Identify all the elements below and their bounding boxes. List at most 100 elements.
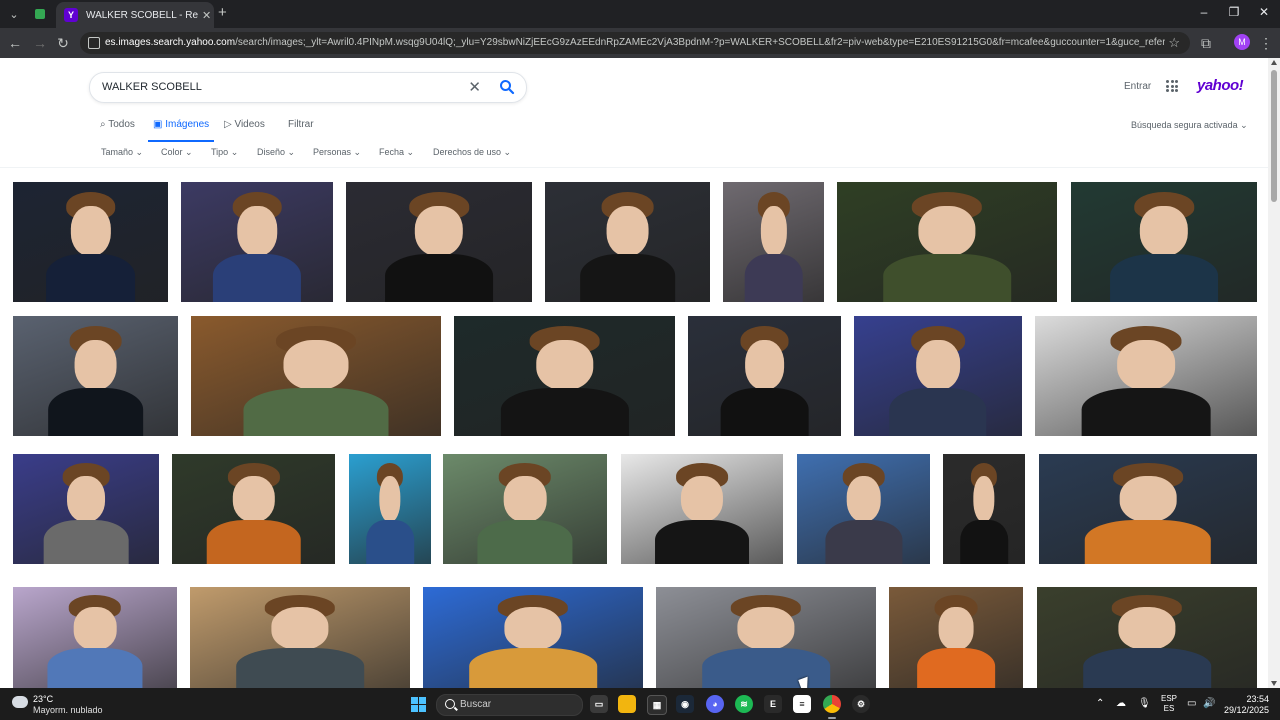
scroll-up-icon[interactable] bbox=[1271, 60, 1277, 65]
maximize-icon[interactable]: ❐ bbox=[1224, 5, 1244, 19]
yahoo-logo[interactable]: yahoo! bbox=[1197, 77, 1244, 94]
image-result-5[interactable] bbox=[723, 182, 824, 302]
search-icon: ⌕ bbox=[100, 119, 109, 130]
minimize-icon[interactable]: – bbox=[1194, 5, 1214, 19]
weather-temperature[interactable]: 23°C bbox=[33, 694, 53, 704]
onedrive-cloud-icon[interactable]: ☁ bbox=[1116, 698, 1126, 709]
image-result-8[interactable] bbox=[13, 316, 178, 436]
thumbnail-face bbox=[1117, 340, 1175, 391]
thumbnail-body bbox=[500, 388, 629, 436]
image-result-3[interactable] bbox=[346, 182, 532, 302]
image-result-4[interactable] bbox=[545, 182, 710, 302]
image-result-25[interactable] bbox=[656, 587, 876, 688]
task-view-icon[interactable]: ▭ bbox=[590, 695, 608, 713]
settings-gear-icon[interactable]: ⚙ bbox=[852, 695, 870, 713]
image-result-26[interactable] bbox=[889, 587, 1023, 688]
weather-description[interactable]: Mayorm. nublado bbox=[33, 705, 103, 715]
sign-in-link[interactable]: Entrar bbox=[1124, 81, 1151, 92]
image-result-12[interactable] bbox=[854, 316, 1022, 436]
profile-avatar[interactable]: M bbox=[1234, 34, 1250, 50]
clear-search-icon[interactable]: ✕ bbox=[468, 78, 481, 96]
tab-videos[interactable]: ▷ Videos bbox=[224, 119, 265, 130]
filter-layout[interactable]: Diseño ⌄ bbox=[257, 147, 295, 158]
extension-tab-icon[interactable] bbox=[30, 4, 50, 24]
volume-icon[interactable]: 🔊 bbox=[1203, 698, 1215, 709]
image-result-22[interactable] bbox=[13, 587, 177, 688]
image-result-19[interactable] bbox=[797, 454, 930, 564]
filter-date[interactable]: Fecha ⌄ bbox=[379, 147, 414, 158]
image-result-18[interactable] bbox=[621, 454, 783, 564]
store-icon[interactable]: ▦ bbox=[647, 695, 667, 715]
apps-grid-icon[interactable] bbox=[1166, 80, 1178, 92]
tab-filtrar[interactable]: Filtrar bbox=[288, 119, 314, 130]
image-result-16[interactable] bbox=[349, 454, 431, 564]
app-launcher-icon[interactable]: ≡ bbox=[793, 695, 811, 713]
image-result-20[interactable] bbox=[943, 454, 1025, 564]
input-language[interactable]: ESP ES bbox=[1161, 694, 1177, 714]
spotify-icon[interactable]: ≋ bbox=[735, 695, 753, 713]
search-submit-icon[interactable] bbox=[498, 78, 516, 96]
site-info-icon[interactable] bbox=[88, 37, 100, 49]
windows-start-icon[interactable] bbox=[411, 697, 426, 712]
thumbnail-face bbox=[379, 476, 401, 523]
bookmark-star-icon[interactable]: ☆ bbox=[1168, 35, 1180, 51]
thumbnail-body bbox=[385, 254, 493, 302]
thumbnail-face bbox=[414, 206, 464, 257]
menu-kebab-icon[interactable]: ⋮ bbox=[1257, 34, 1275, 52]
image-result-23[interactable] bbox=[190, 587, 410, 688]
taskbar-search-placeholder: Buscar bbox=[460, 699, 492, 710]
browser-tab-active[interactable]: Y WALKER SCOBELL - Resultados ✕ bbox=[56, 2, 214, 28]
image-result-13[interactable] bbox=[1035, 316, 1257, 436]
forward-icon[interactable]: → bbox=[31, 34, 49, 52]
scroll-down-icon[interactable] bbox=[1271, 681, 1277, 686]
search-input[interactable]: WALKER SCOBELL ✕ bbox=[89, 72, 527, 103]
image-result-15[interactable] bbox=[172, 454, 335, 564]
image-result-9[interactable] bbox=[191, 316, 441, 436]
reload-icon[interactable]: ↻ bbox=[54, 34, 72, 52]
image-result-24[interactable] bbox=[423, 587, 643, 688]
filter-people[interactable]: Personas ⌄ bbox=[313, 147, 361, 158]
search-query[interactable]: WALKER SCOBELL bbox=[102, 81, 202, 93]
tab-imagenes[interactable]: ▣ Imágenes bbox=[153, 119, 209, 130]
image-result-10[interactable] bbox=[454, 316, 675, 436]
tab-search-icon[interactable]: ⌄ bbox=[4, 4, 24, 24]
thumbnail-face bbox=[1118, 607, 1176, 650]
discord-icon[interactable]: ◕ bbox=[706, 695, 724, 713]
filter-type[interactable]: Tipo ⌄ bbox=[211, 147, 238, 158]
thumbnail-body bbox=[579, 254, 676, 302]
filter-size[interactable]: Tamaño ⌄ bbox=[101, 147, 143, 158]
chrome-icon[interactable] bbox=[823, 695, 841, 713]
steam-icon[interactable]: ◉ bbox=[676, 695, 694, 713]
microphone-icon[interactable]: 🎙 bbox=[1138, 698, 1151, 709]
image-result-2[interactable] bbox=[181, 182, 333, 302]
file-explorer-icon[interactable] bbox=[618, 695, 636, 713]
back-icon[interactable]: ← bbox=[6, 34, 24, 52]
image-result-17[interactable] bbox=[443, 454, 607, 564]
image-result-14[interactable] bbox=[13, 454, 159, 564]
extensions-icon[interactable]: ⧉ bbox=[1197, 34, 1215, 52]
image-result-7[interactable] bbox=[1071, 182, 1257, 302]
filter-color[interactable]: Color ⌄ bbox=[161, 147, 193, 158]
tray-overflow-icon[interactable]: ⌃ bbox=[1096, 698, 1104, 709]
system-clock[interactable]: 23:54 29/12/2025 bbox=[1221, 694, 1269, 716]
safe-search-dropdown[interactable]: Búsqueda segura activada ⌄ bbox=[1131, 120, 1248, 131]
image-result-1[interactable] bbox=[13, 182, 168, 302]
image-result-6[interactable] bbox=[837, 182, 1057, 302]
taskbar-search[interactable]: Buscar bbox=[436, 694, 583, 716]
tab-todos[interactable]: ⌕ Todos bbox=[100, 119, 135, 130]
tab-close-icon[interactable]: ✕ bbox=[202, 9, 211, 22]
new-tab-button[interactable]: + bbox=[218, 4, 227, 21]
filter-usage-rights[interactable]: Derechos de uso ⌄ bbox=[433, 147, 511, 158]
network-icon[interactable]: ▭ bbox=[1187, 698, 1196, 709]
image-result-21[interactable] bbox=[1039, 454, 1257, 564]
thumbnail-body bbox=[236, 647, 364, 688]
page-scrollbar[interactable] bbox=[1268, 58, 1280, 688]
image-result-11[interactable] bbox=[688, 316, 841, 436]
address-bar[interactable]: es.images.search.yahoo.com/search/images… bbox=[80, 32, 1190, 54]
epic-games-icon[interactable]: E bbox=[764, 695, 782, 713]
close-window-icon[interactable]: ✕ bbox=[1254, 5, 1274, 19]
cloud-weather-icon[interactable] bbox=[12, 696, 28, 708]
scrollbar-thumb[interactable] bbox=[1271, 70, 1277, 202]
image-result-27[interactable] bbox=[1037, 587, 1257, 688]
url-text: es.images.search.yahoo.com/search/images… bbox=[105, 37, 1165, 48]
